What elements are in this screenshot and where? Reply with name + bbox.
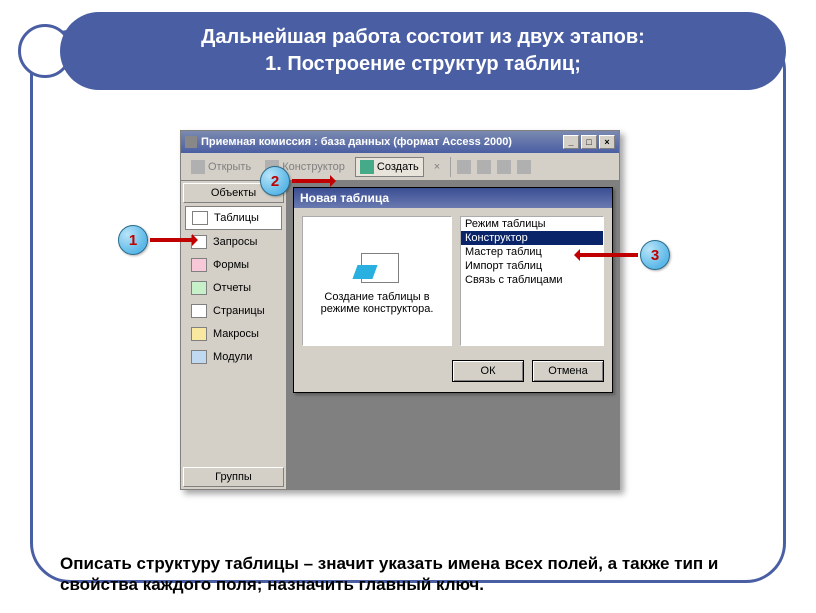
callout-3: 3 [640,240,670,270]
dialog-options-list[interactable]: Режим таблицыКонструкторМастер таблицИмп… [460,216,604,346]
close-button[interactable]: × [599,135,615,149]
slide-title: Дальнейшая работа состоит из двух этапов… [60,12,786,90]
dialog-option[interactable]: Связь с таблицами [461,273,603,287]
view-list-icon[interactable] [497,160,511,174]
macros-icon [191,327,207,341]
sidebar: Объекты ТаблицыЗапросыФормыОтчетыСтраниц… [181,181,287,489]
create-icon [360,160,374,174]
sidebar-item-label: Отчеты [213,282,251,294]
main-area: Новая таблица Создание таблицы в режиме … [287,181,619,489]
modules-icon [191,350,207,364]
sidebar-item-modules[interactable]: Модули [185,346,282,368]
sidebar-item-label: Запросы [213,236,257,248]
dialog-option[interactable]: Импорт таблиц [461,259,603,273]
app-icon [185,136,197,148]
callout-1: 1 [118,225,148,255]
sidebar-items: Таблицы Запросы Формы Отчеты Страницы Макросы… [181,205,286,369]
sidebar-item-label: Формы [213,259,249,271]
dialog-description: Создание таблицы в режиме конструктора. [309,291,445,315]
title-line2: 1. Построение структур таблиц; [60,51,786,78]
toolbar: Открыть Конструктор Создать × [181,153,619,181]
dialog-option[interactable]: Режим таблицы [461,217,603,231]
toolbar-open[interactable]: Открыть [187,158,255,176]
dialog-preview: Создание таблицы в режиме конструктора. [302,216,452,346]
sidebar-item-pages[interactable]: Страницы [185,300,282,322]
slide-caption: Описать структуру таблицы – значит указа… [60,553,776,596]
forms-icon [191,258,207,272]
toolbar-separator [450,157,451,177]
window-title: Приемная комиссия : база данных (формат … [201,136,512,148]
reports-icon [191,281,207,295]
tables-icon [192,211,208,225]
callout-2: 2 [260,166,290,196]
pages-icon [191,304,207,318]
sidebar-item-label: Модули [213,351,252,363]
dialog-option[interactable]: Конструктор [461,231,603,245]
open-icon [191,160,205,174]
dialog-title: Новая таблица [294,188,612,208]
constructor-icon [355,247,399,283]
sidebar-item-label: Таблицы [214,212,259,224]
sidebar-item-macros[interactable]: Макросы [185,323,282,345]
toolbar-delete[interactable]: × [430,159,444,175]
title-line1: Дальнейшая работа состоит из двух этапов… [60,24,786,51]
sidebar-item-tables[interactable]: Таблицы [185,206,282,230]
new-table-dialog: Новая таблица Создание таблицы в режиме … [293,187,613,393]
access-window: Приемная комиссия : база данных (формат … [180,130,620,490]
cancel-button[interactable]: Отмена [532,360,604,382]
view-small-icon[interactable] [477,160,491,174]
view-details-icon[interactable] [517,160,531,174]
maximize-button[interactable]: □ [581,135,597,149]
sidebar-item-forms[interactable]: Формы [185,254,282,276]
minimize-button[interactable]: _ [563,135,579,149]
sidebar-header-groups[interactable]: Группы [183,467,284,487]
sidebar-item-reports[interactable]: Отчеты [185,277,282,299]
sidebar-item-label: Макросы [213,328,259,340]
window-titlebar: Приемная комиссия : база данных (формат … [181,131,619,153]
ok-button[interactable]: ОК [452,360,524,382]
toolbar-create[interactable]: Создать [355,157,424,177]
view-large-icon[interactable] [457,160,471,174]
sidebar-item-label: Страницы [213,305,265,317]
